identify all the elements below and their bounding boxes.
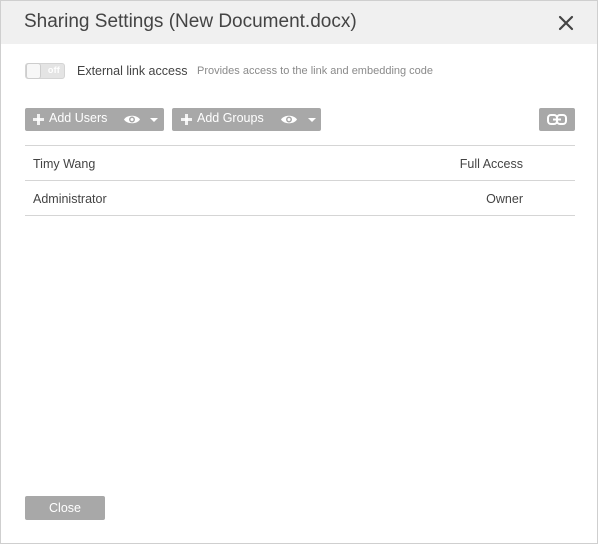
shares-table: Timy Wang Full Access Administrator Owne… [25,145,575,216]
add-users-button[interactable]: Add Users [25,108,117,131]
table-row: Administrator Owner [25,181,575,216]
eye-icon [124,115,140,124]
plus-icon [181,114,192,125]
dialog-title: Sharing Settings (New Document.docx) [24,11,357,32]
table-row: Timy Wang Full Access [25,146,575,181]
caret-down-icon [150,118,158,122]
dialog-header: Sharing Settings (New Document.docx) [1,1,597,44]
toggle-knob [26,63,41,79]
add-users-permission-dropdown[interactable] [121,108,164,131]
add-users-label: Add Users [49,111,108,125]
external-link-label: External link access [77,64,188,78]
share-name: Administrator [33,192,107,206]
share-name: Timy Wang [33,157,96,171]
share-access-level: Owner [486,192,523,206]
caret-down-icon [308,118,316,122]
close-icon[interactable] [555,12,577,34]
add-users-button-group: Add Users [25,108,164,131]
external-link-toggle[interactable]: off [25,63,65,79]
external-link-row: off External link access Provides access… [25,63,575,81]
add-groups-permission-dropdown[interactable] [278,108,321,131]
copy-link-button[interactable] [539,108,575,131]
add-groups-button[interactable]: Add Groups [172,108,272,131]
close-button[interactable]: Close [25,496,105,520]
external-link-description: Provides access to the link and embeddin… [197,65,434,77]
share-access-level[interactable]: Full Access [460,157,523,171]
link-icon [547,114,567,125]
eye-icon [281,115,297,124]
add-groups-label: Add Groups [197,111,264,125]
add-groups-button-group: Add Groups [172,108,321,131]
toggle-state-label: off [47,65,60,75]
plus-icon [33,114,44,125]
sharing-settings-dialog: Sharing Settings (New Document.docx) off… [0,0,598,544]
